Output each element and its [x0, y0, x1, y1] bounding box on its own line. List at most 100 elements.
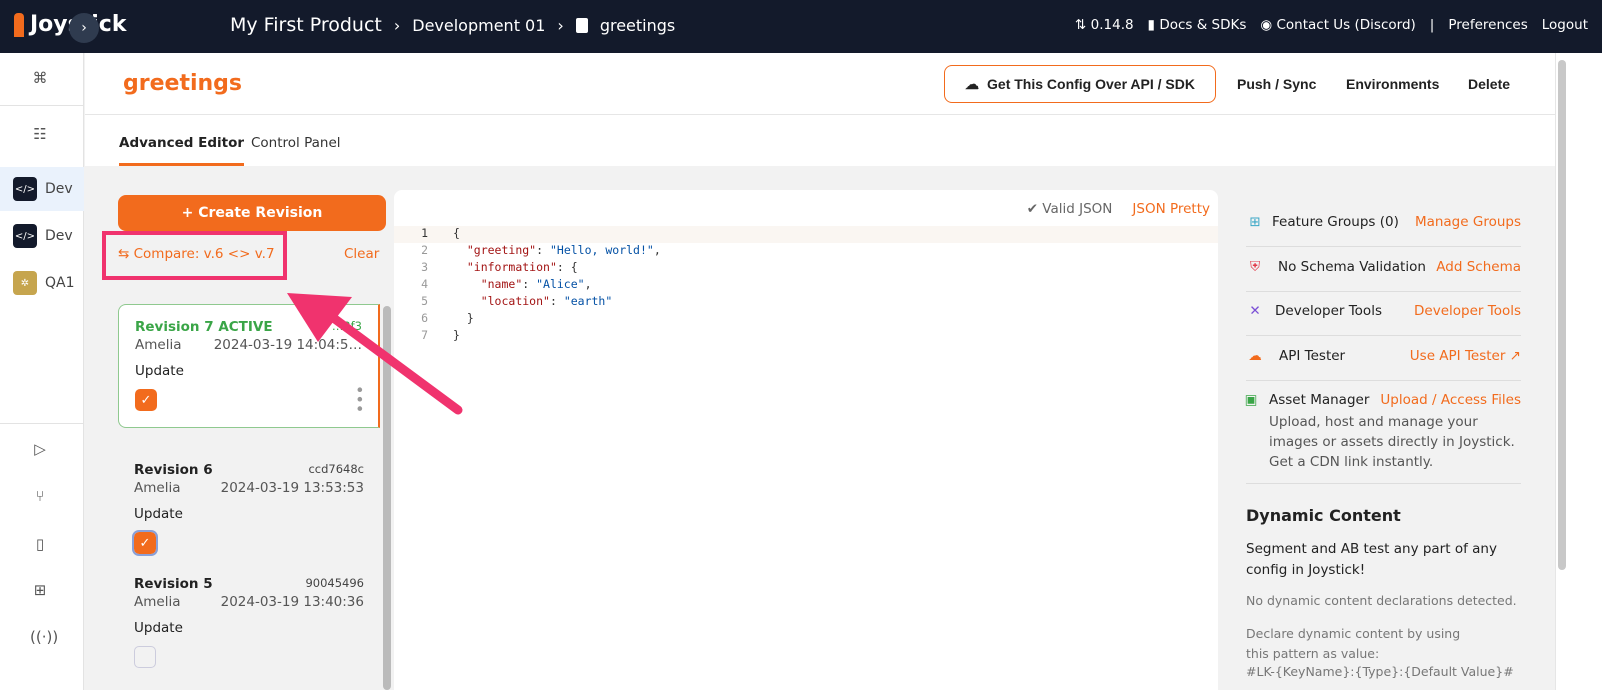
revision-author: Amelia — [134, 594, 181, 610]
asset-manager-row: ▣ Asset Manager Upload / Access Files Uploa… — [1245, 392, 1521, 484]
revision-list: Revision 7 ACTIVE …2f3 Amelia 2024-03-19 … — [118, 304, 380, 676]
compare-button[interactable]: ⇆ Compare: v.6 <> v.7 — [118, 246, 275, 262]
add-schema-link[interactable]: Add Schema — [1436, 259, 1521, 275]
preferences-link[interactable]: Preferences — [1448, 17, 1527, 33]
logout-link[interactable]: Logout — [1542, 17, 1588, 33]
push-sync-button[interactable]: Push / Sync — [1237, 76, 1316, 92]
revision-item[interactable]: Revision 6 ccd7648c Amelia 2024-03-19 13:… — [118, 448, 380, 562]
schema-row: ⛨ No Schema Validation Add Schema — [1246, 259, 1521, 292]
discord-link[interactable]: ◉ Contact Us (Discord) — [1260, 17, 1415, 33]
revision-message: Update — [134, 620, 183, 636]
more-vertical-icon[interactable]: ••• — [350, 385, 369, 413]
revision-compare-checkbox[interactable]: ✓ — [132, 530, 158, 556]
list-icon[interactable]: ☷ — [30, 125, 50, 143]
revision-name: Revision 7 ACTIVE — [135, 319, 273, 335]
line-number: 4 — [421, 277, 428, 291]
dynamic-content-title: Dynamic Content — [1246, 506, 1401, 525]
manage-groups-link[interactable]: Manage Groups — [1415, 214, 1521, 230]
developer-tools-link[interactable]: Developer Tools — [1414, 303, 1521, 319]
api-button-label: Get This Config Over API / SDK — [987, 76, 1195, 92]
developer-tools-label: Developer Tools — [1275, 303, 1382, 319]
code-area[interactable]: 1{ 2 "greeting": "Hello, world!", 3 "inf… — [394, 226, 1218, 345]
revision-date: 2024-03-19 13:40:36 — [220, 594, 364, 610]
revision-hash: …2f3 — [331, 319, 362, 333]
page-header: greetings ☁ Get This Config Over API / SD… — [85, 53, 1555, 115]
breadcrumb: My First Product › Development 01 › greeti… — [230, 14, 675, 36]
expand-sidebar-button[interactable]: › — [69, 13, 99, 43]
json-pretty-button[interactable]: JSON Pretty — [1132, 201, 1210, 229]
line-number: 3 — [421, 260, 428, 274]
file-lock-icon[interactable]: ▯ — [30, 535, 50, 553]
apps-grid-icon[interactable]: ⌘ — [30, 69, 50, 87]
get-config-api-button[interactable]: ☁ Get This Config Over API / SDK — [944, 65, 1216, 103]
docs-link[interactable]: ▮ Docs & SDKs — [1148, 17, 1247, 33]
chevron-right-icon: › — [393, 15, 401, 35]
asset-manager-label: Asset Manager — [1269, 392, 1370, 408]
dynamic-content-subtitle: Segment and AB test any part of any conf… — [1246, 541, 1497, 578]
delete-button[interactable]: Delete — [1468, 76, 1510, 92]
revision-list-scrollbar[interactable] — [383, 306, 391, 690]
file-code-icon — [575, 17, 588, 33]
shield-alert-icon: ⛨ — [1249, 259, 1261, 275]
joystick-logo-icon — [14, 12, 24, 37]
chevron-right-icon: › — [557, 15, 564, 35]
git-branch-icon[interactable]: ⑂ — [30, 487, 50, 505]
valid-json-status: ✔ Valid JSON — [1026, 201, 1113, 217]
version-link[interactable]: ⇅ 0.14.8 — [1075, 17, 1134, 33]
create-revision-button[interactable]: + Create Revision — [118, 195, 386, 231]
crumb-environment[interactable]: Development 01 — [412, 16, 545, 35]
env-label: Dev — [45, 228, 73, 244]
bug-icon: ✲ — [13, 271, 37, 295]
dynamic-content-hint: Declare dynamic content by using this pa… — [1246, 626, 1461, 661]
feature-groups-row: ⊞ Feature Groups (0) Manage Groups — [1246, 214, 1521, 247]
clear-compare-button[interactable]: Clear — [344, 246, 379, 262]
sitemap-icon: ⊞ — [1249, 214, 1261, 230]
sitemap-icon[interactable]: ⊞ — [30, 581, 50, 599]
right-panel: ⊞ Feature Groups (0) Manage Groups ⛨ No Sch… — [1230, 190, 1535, 690]
sidebar-env-dev-2[interactable]: </> Dev — [0, 214, 84, 258]
line-number: 6 — [421, 311, 428, 325]
developer-tools-row: ✕ Developer Tools Developer Tools — [1246, 303, 1521, 336]
discord-label: Contact Us (Discord) — [1276, 17, 1416, 33]
api-tester-row: ☁ API Tester Use API Tester ↗ — [1246, 348, 1521, 381]
revision-compare-checkbox[interactable]: ✓ — [135, 389, 157, 411]
environments-button[interactable]: Environments — [1346, 76, 1439, 92]
schema-label: No Schema Validation — [1278, 259, 1426, 275]
book-icon: ▮ — [1147, 17, 1156, 33]
line-number: 1 — [421, 226, 428, 240]
tab-advanced-editor[interactable]: Advanced Editor — [119, 135, 245, 166]
revision-message: Update — [135, 363, 184, 379]
crumb-product[interactable]: My First Product — [230, 14, 382, 36]
cloud-download-icon: ☁ — [965, 75, 980, 92]
page-scrollbar-thumb[interactable] — [1558, 60, 1566, 570]
compare-label: Compare: v.6 <> v.7 — [133, 246, 275, 262]
version-label: 0.14.8 — [1090, 17, 1134, 33]
revision-item[interactable]: Revision 5 90045496 Amelia 2024-03-19 13:… — [118, 562, 380, 676]
tab-control-panel[interactable]: Control Panel — [251, 135, 341, 151]
use-api-tester-link[interactable]: Use API Tester ↗ — [1410, 348, 1521, 364]
docs-label: Docs & SDKs — [1159, 17, 1247, 33]
file-image-icon: ▣ — [1244, 392, 1258, 408]
sidebar-env-dev-1[interactable]: </> Dev — [0, 167, 84, 211]
tools-icon: ✕ — [1249, 303, 1261, 319]
discord-icon: ◉ — [1260, 17, 1273, 33]
revision-item[interactable]: Revision 7 ACTIVE …2f3 Amelia 2024-03-19 … — [118, 304, 380, 428]
play-icon[interactable]: ▷ — [30, 440, 50, 458]
upload-files-link[interactable]: Upload / Access Files — [1380, 392, 1521, 408]
git-pull-icon: ⇅ — [1075, 17, 1087, 33]
line-number: 5 — [421, 294, 428, 308]
broadcast-icon[interactable]: ((·)) — [30, 628, 58, 646]
dynamic-content-empty: No dynamic content declarations detected… — [1246, 593, 1517, 608]
sidebar-env-qa1[interactable]: ✲ QA1 — [0, 261, 84, 305]
revision-hash: 90045496 — [305, 576, 364, 590]
compare-icon: ⇆ — [118, 246, 130, 262]
revision-author: Amelia — [134, 480, 181, 496]
json-editor[interactable]: ✔ Valid JSON JSON Pretty 1{ 2 "greeting"… — [394, 190, 1218, 690]
code-icon: </> — [13, 177, 37, 201]
code-icon: </> — [13, 224, 37, 248]
revision-compare-checkbox[interactable] — [134, 646, 156, 668]
sidebar: ⌘ ☷ </> Dev </> Dev ✲ QA1 ▷ ⑂ ▯ ⊞ ((·)) — [0, 53, 84, 690]
env-label: QA1 — [45, 275, 75, 291]
feature-groups-label: Feature Groups (0) — [1272, 214, 1399, 230]
crumb-config[interactable]: greetings — [600, 16, 675, 35]
